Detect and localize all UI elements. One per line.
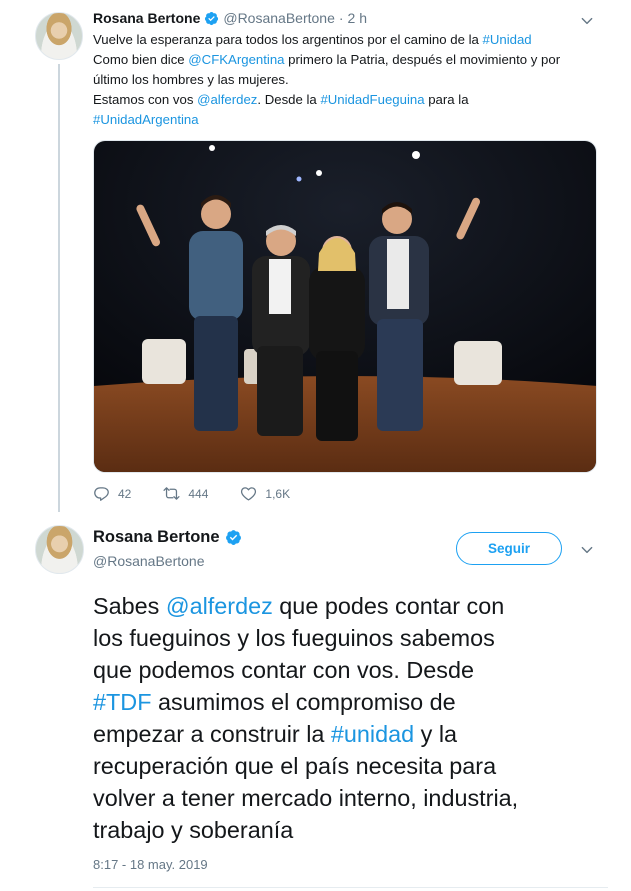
retweet-action[interactable]: 444	[163, 485, 208, 502]
text-line: trabajo y soberanía	[93, 814, 603, 846]
reply-count: 42	[118, 486, 132, 501]
tweet-text: Vuelve la esperanza para todos los argen…	[93, 30, 603, 130]
retweet-count: 444	[188, 486, 209, 501]
text-line: volver a tener mercado interno, industri…	[93, 782, 603, 814]
stage-photo-illustration	[94, 141, 596, 472]
thread-connector-line	[58, 64, 60, 512]
text-segment: Sabes	[93, 593, 166, 619]
author-handle[interactable]: @RosanaBertone	[93, 553, 205, 569]
verified-badge-icon	[225, 530, 241, 545]
like-count: 1,6K	[265, 486, 291, 501]
mention-link[interactable]: @alferdez	[197, 92, 257, 107]
text-segment: . Desde la	[257, 92, 321, 107]
text-line: Estamos con vos @alferdez. Desde la #Uni…	[93, 90, 603, 110]
text-segment: último los hombres y las mujeres.	[93, 72, 289, 87]
hashtag-link[interactable]: #Unidad	[483, 32, 532, 47]
retweet-icon	[163, 487, 180, 500]
text-line: recuperación que el país necesita para	[93, 750, 603, 782]
text-line: Como bien dice @CFKArgentina primero la …	[93, 50, 603, 70]
author-name-row: Rosana Bertone	[93, 528, 246, 547]
text-segment: recuperación que el país necesita para	[93, 753, 497, 779]
tweet-header: Rosana Bertone @RosanaBertone · 2 h	[93, 10, 367, 26]
hashtag-link[interactable]: #UnidadFueguina	[320, 92, 424, 107]
reply-icon	[94, 487, 109, 501]
mention-link[interactable]: @CFKArgentina	[188, 52, 284, 67]
hashtag-link[interactable]: #UnidadArgentina	[93, 112, 199, 127]
verified-badge-icon	[205, 11, 219, 25]
text-segment: primero la Patria, después el movimiento…	[284, 52, 561, 67]
main-tweet: Rosana Bertone @RosanaBertone Seguir Sab…	[0, 515, 631, 891]
text-segment: para la	[424, 92, 469, 107]
text-segment: Vuelve la esperanza para todos los argen…	[93, 32, 483, 47]
chevron-down-icon[interactable]	[580, 543, 594, 557]
text-segment: Estamos con vos	[93, 92, 198, 107]
author-name[interactable]: Rosana Bertone	[93, 528, 220, 547]
tweet-photo[interactable]	[93, 140, 597, 473]
text-line: empezar a construir la #unidad y la	[93, 718, 603, 750]
hashtag-link[interactable]: #TDF	[93, 689, 151, 715]
text-segment: asumimos el compromiso de	[151, 689, 456, 715]
text-segment: los fueguinos y los fueguinos sabemos	[93, 625, 495, 651]
author-avatar[interactable]	[35, 525, 84, 574]
reply-action[interactable]: 42	[93, 485, 131, 502]
tweet-timestamp[interactable]: 8:17 - 18 may. 2019	[93, 857, 208, 872]
text-line: último los hombres y las mujeres.	[93, 70, 603, 90]
mention-link[interactable]: @alferdez	[166, 593, 273, 619]
text-line: #TDF asumimos el compromiso de	[93, 686, 603, 718]
text-line: que podemos contar con vos. Desde	[93, 654, 603, 686]
author-handle[interactable]: @RosanaBertone	[223, 10, 335, 26]
header-separator: ·	[338, 10, 344, 26]
tweet-actions: 42 444 1,6K	[93, 485, 322, 502]
tweet-time[interactable]: 2 h	[348, 10, 367, 26]
divider	[93, 887, 608, 888]
text-segment: empezar a construir la	[93, 721, 331, 747]
text-line: Vuelve la esperanza para todos los argen…	[93, 30, 603, 50]
text-segment: Como bien dice	[93, 52, 189, 67]
text-segment: trabajo y soberanía	[93, 817, 294, 843]
tweet-text: Sabes @alferdez que podes contar con los …	[93, 590, 603, 846]
follow-button[interactable]: Seguir	[456, 532, 562, 565]
chevron-down-icon[interactable]	[580, 14, 594, 28]
author-name[interactable]: Rosana Bertone	[93, 10, 200, 26]
text-segment: que podemos contar con vos. Desde	[93, 657, 474, 683]
text-line: los fueguinos y los fueguinos sabemos	[93, 622, 603, 654]
text-segment: volver a tener mercado interno, industri…	[93, 785, 519, 811]
text-line: #UnidadArgentina	[93, 110, 603, 130]
reply-context-tweet[interactable]: Rosana Bertone @RosanaBertone · 2 h Vuel…	[0, 0, 631, 515]
text-segment: que podes contar con	[272, 593, 505, 619]
text-segment: y la	[414, 721, 458, 747]
like-action[interactable]: 1,6K	[240, 485, 290, 502]
hashtag-link[interactable]: #unidad	[331, 721, 414, 747]
author-avatar[interactable]	[35, 12, 83, 60]
heart-icon	[241, 487, 257, 501]
text-line: Sabes @alferdez que podes contar con	[93, 590, 603, 622]
